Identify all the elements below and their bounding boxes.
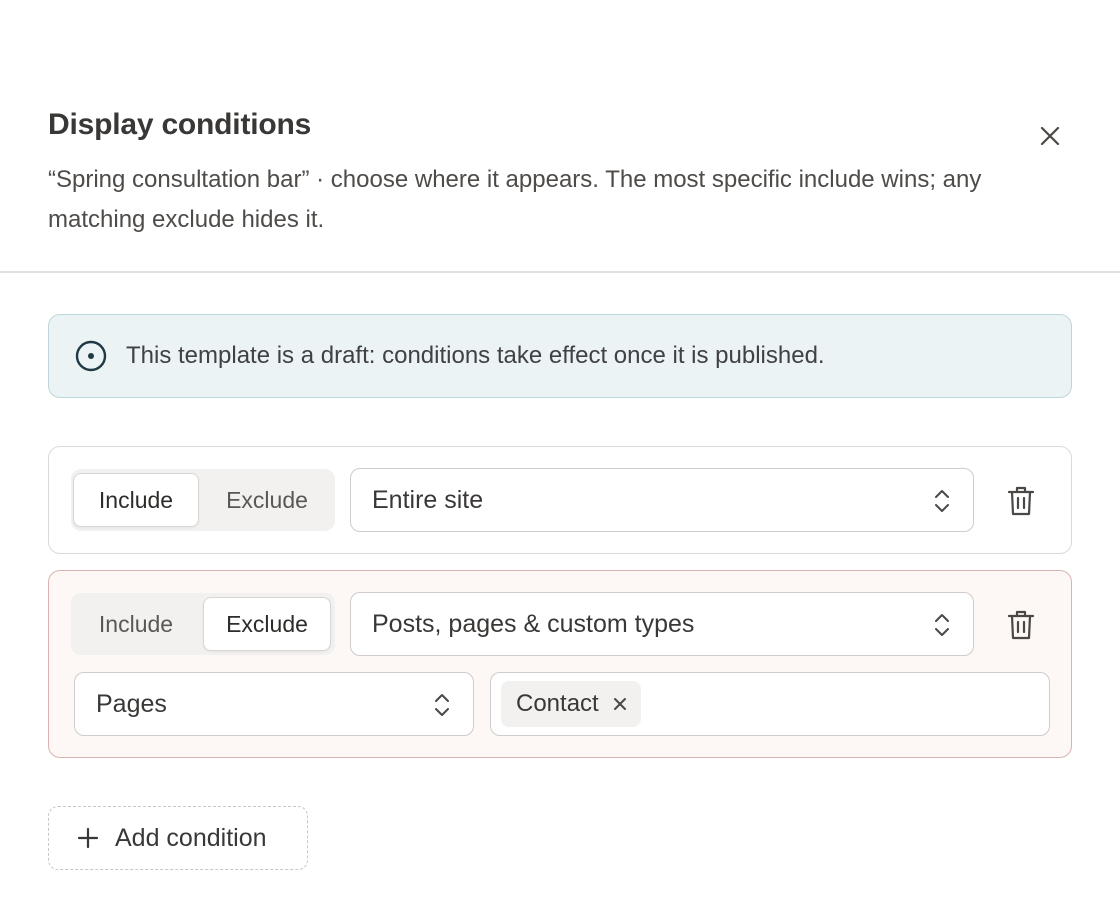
exclude-option[interactable]: Exclude (203, 473, 331, 527)
page-tags-input[interactable]: Contact (490, 672, 1050, 736)
include-option[interactable]: Include (73, 473, 199, 527)
chevron-up-down-icon (931, 612, 953, 638)
exclude-option[interactable]: Exclude (203, 597, 331, 651)
condition-card: Include Exclude Entire site (48, 446, 1072, 554)
dialog-subtitle: “Spring consultation bar” · choose where… (48, 166, 982, 233)
add-condition-label: Add condition (115, 823, 267, 852)
tag-chip-label: Contact (516, 690, 599, 717)
trash-icon (1007, 610, 1035, 640)
delete-condition-button[interactable] (1003, 605, 1039, 645)
include-exclude-toggle: Include Exclude (71, 469, 335, 531)
delete-condition-button[interactable] (1003, 481, 1039, 521)
condition-card: Include Exclude Posts, pages & custom ty… (48, 570, 1072, 758)
scope-select[interactable]: Posts, pages & custom types (350, 592, 974, 656)
dialog-header: Display conditions “Spring consultation … (0, 0, 1120, 273)
close-icon (1040, 126, 1060, 146)
dialog-title: Display conditions (48, 108, 312, 141)
remove-tag-icon[interactable] (611, 695, 629, 713)
chevron-up-down-icon (431, 692, 453, 718)
scope-select-value: Posts, pages & custom types (372, 609, 695, 638)
plus-icon (77, 827, 99, 849)
chevron-up-down-icon (931, 488, 953, 514)
info-circle-icon (75, 340, 107, 372)
include-exclude-toggle: Include Exclude (71, 593, 335, 655)
scope-select-value: Entire site (372, 485, 484, 514)
add-condition-button[interactable]: Add condition (48, 806, 308, 870)
scope-select[interactable]: Entire site (350, 468, 974, 532)
display-conditions-dialog: Display conditions “Spring consultation … (0, 0, 1120, 918)
post-type-select-value: Pages (96, 689, 167, 718)
trash-icon (1007, 486, 1035, 516)
post-type-select[interactable]: Pages (74, 672, 474, 736)
tag-chip: Contact (501, 681, 641, 727)
include-option[interactable]: Include (73, 597, 199, 651)
draft-notice: This template is a draft: conditions tak… (48, 314, 1072, 398)
notice-text: This template is a draft: conditions tak… (126, 342, 825, 369)
close-button[interactable] (1030, 116, 1070, 156)
